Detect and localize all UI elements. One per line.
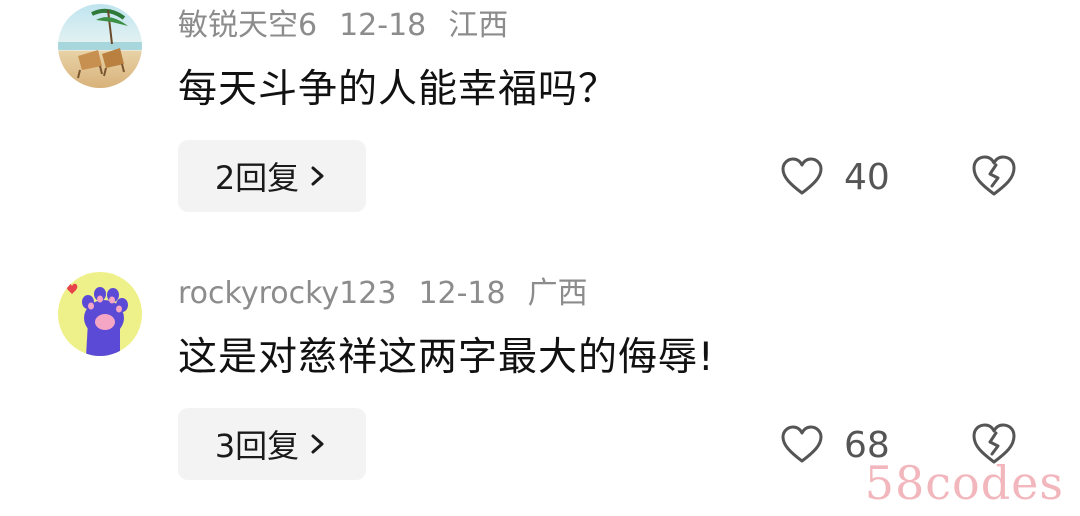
view-replies-button[interactable]: 3回复 <box>178 408 366 480</box>
username[interactable]: 敏锐天空6 <box>178 8 317 43</box>
comment-text: 这是对慈祥这两字最大的侮辱! <box>178 335 715 380</box>
comment-date: 12-18 <box>418 276 506 311</box>
broken-heart-icon <box>972 155 1016 196</box>
comment-location: 江西 <box>448 8 509 43</box>
heart-icon <box>781 425 823 463</box>
comment-item: 敏锐天空6 12-18 江西 每天斗争的人能幸福吗？ 2回复 40 <box>0 0 1080 240</box>
username[interactable]: rockyrocky123 <box>178 276 396 311</box>
avatar[interactable] <box>58 272 142 356</box>
chevron-right-icon <box>311 166 324 186</box>
avatar[interactable] <box>58 4 142 88</box>
watermark: 58codes <box>864 456 1064 510</box>
view-replies-button[interactable]: 2回复 <box>178 140 366 212</box>
heart-icon <box>781 157 823 195</box>
reply-count-label: 2回复 <box>214 159 300 197</box>
comment-meta: rockyrocky123 12-18 广西 <box>178 274 610 314</box>
cat-paw-avatar-icon <box>58 272 142 356</box>
comment-date: 12-18 <box>339 8 427 43</box>
like-button[interactable]: 40 <box>780 150 890 204</box>
comment-location: 广西 <box>527 276 588 311</box>
comment-text: 每天斗争的人能幸福吗？ <box>178 67 619 112</box>
chevron-right-icon <box>311 434 324 454</box>
beach-chairs-avatar-icon <box>58 4 142 88</box>
dislike-button[interactable] <box>970 152 1018 200</box>
reply-count-label: 3回复 <box>214 427 300 465</box>
like-count: 40 <box>844 156 890 198</box>
comment-meta: 敏锐天空6 12-18 江西 <box>178 6 530 46</box>
